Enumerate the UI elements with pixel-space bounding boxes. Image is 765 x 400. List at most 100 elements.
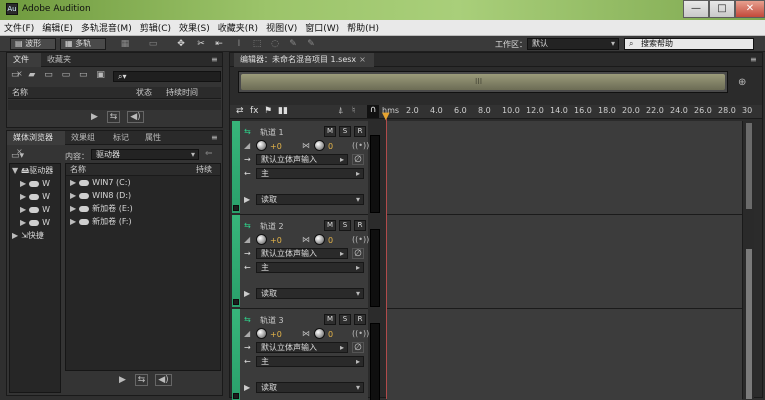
track-header[interactable]: ⇆ 轨道 2 M S R ◢ +0 ⋈ 0 ((•)) → 默认立体声输入 ▸ … (240, 215, 369, 309)
eq-icon[interactable]: ▮▮ (278, 106, 288, 116)
tab-media-browser[interactable]: 媒体浏览器× (7, 131, 65, 156)
track-lane[interactable] (387, 121, 742, 215)
headphones-icon[interactable]: ∩ (367, 105, 379, 118)
phase-icon[interactable]: ∅ (352, 248, 364, 259)
track-select-box[interactable] (233, 205, 239, 211)
tree-item[interactable]: ▶ ⇲快捷 (10, 229, 60, 242)
solo-button[interactable]: S (339, 126, 351, 137)
list-item[interactable]: ▶ 新加卷 (E:) (66, 202, 220, 215)
close-icon[interactable]: × (359, 55, 366, 64)
vertical-scrollbar[interactable] (742, 121, 754, 399)
brush-icon[interactable]: ✎ (286, 38, 300, 50)
time-ruler[interactable]: hms 2.0 4.0 6.0 8.0 10.0 12.0 14.0 16.0 18.0 20.0 2… (382, 106, 762, 118)
menu-favorites[interactable]: 收藏夹(R) (214, 21, 262, 34)
expand-automation-icon[interactable]: ▶ (244, 383, 250, 392)
navigate-back-icon[interactable]: ⇐ (205, 149, 213, 159)
new-file-icon[interactable]: ▭ (11, 70, 20, 80)
track-select-box[interactable] (233, 393, 239, 399)
open-folder-icon[interactable]: ▰ (28, 70, 35, 80)
menu-window[interactable]: 窗口(W) (301, 21, 343, 34)
record-arm-button[interactable]: R (354, 220, 366, 231)
expand-icon[interactable]: ▶ (20, 205, 26, 214)
razor-tool-icon[interactable]: ✂ (194, 38, 208, 50)
close-button[interactable]: ✕ (735, 0, 765, 18)
list-item[interactable]: ▶ 新加卷 (F:) (66, 215, 220, 228)
expand-icon[interactable]: ▶ (20, 218, 26, 227)
play-icon[interactable]: ▶ (119, 375, 126, 385)
menu-help[interactable]: 帮助(H) (343, 21, 383, 34)
tree-item[interactable]: ▶ W (10, 177, 60, 190)
tab-favorites[interactable]: 收藏夹 (41, 53, 81, 67)
pan-value[interactable]: 0 (328, 330, 333, 339)
track-color-bar[interactable] (232, 121, 240, 213)
scroll-thumb[interactable] (746, 123, 752, 209)
pan-knob[interactable] (314, 234, 325, 245)
column-duration[interactable]: 持续 (196, 164, 212, 176)
track-name[interactable]: 轨道 1 (260, 127, 284, 138)
display-options-icon[interactable]: ▭▾ (11, 151, 24, 161)
pan-knob[interactable] (314, 140, 325, 151)
search-help-field[interactable]: ⌕ 搜索帮助 (624, 38, 754, 50)
menu-edit[interactable]: 编辑(E) (38, 21, 77, 34)
close-file-icon[interactable]: ▭ (79, 70, 88, 80)
files-filter-input[interactable]: ⌕▾ (113, 71, 221, 82)
waveform-view-button[interactable]: ▤ 波形 (10, 38, 56, 50)
tree-item[interactable]: ▼ 🖴驱动器 (10, 164, 60, 177)
panel-menu-icon[interactable]: ≡ (205, 131, 221, 145)
column-status[interactable]: 状态 (136, 87, 152, 99)
lasso-icon[interactable]: ◌ (268, 38, 282, 50)
volume-knob[interactable] (256, 234, 267, 245)
automation-select[interactable]: 读取 ▾ (256, 382, 364, 393)
menu-multitrack[interactable]: 多轨混音(M) (77, 21, 136, 34)
expand-icon[interactable]: ▶ (12, 231, 18, 240)
metronome-icon[interactable]: ⍋ (338, 106, 343, 116)
loop-icon[interactable]: ⇆ (106, 111, 121, 123)
expand-icon[interactable]: ▶ (70, 191, 76, 200)
list-item[interactable]: ▶ WIN7 (C:) (66, 176, 220, 189)
list-item[interactable]: ▶ WIN8 (D:) (66, 189, 220, 202)
solo-button[interactable]: S (339, 220, 351, 231)
volume-value[interactable]: +0 (270, 142, 282, 151)
panel-menu-icon[interactable]: ≡ (205, 53, 221, 67)
record-arm-button[interactable]: R (354, 314, 366, 325)
output-select[interactable]: 主 ▸ (256, 356, 364, 367)
tempo-icon[interactable]: ♮ (352, 106, 355, 116)
menu-effects[interactable]: 效果(S) (175, 21, 214, 34)
import-icon[interactable]: ▭ (44, 70, 53, 80)
column-duration[interactable]: 持续时间 (166, 87, 198, 99)
expand-icon[interactable]: ▼ (12, 166, 18, 175)
column-name[interactable]: 名称 (12, 87, 28, 99)
pan-knob[interactable] (314, 328, 325, 339)
automation-select[interactable]: 读取 ▾ (256, 288, 364, 299)
insert-icon[interactable]: ▭ (62, 70, 71, 80)
record-arm-button[interactable]: R (354, 126, 366, 137)
time-select-icon[interactable]: I (232, 38, 246, 50)
volume-value[interactable]: +0 (270, 330, 282, 339)
volume-icon[interactable]: ◀) (127, 111, 144, 123)
expand-icon[interactable]: ▶ (20, 192, 26, 201)
column-name[interactable]: 名称 (70, 164, 86, 176)
pan-value[interactable]: 0 (328, 236, 333, 245)
tab-markers[interactable]: 标记 (107, 131, 139, 145)
tab-effects-rack[interactable]: 效果组 (65, 131, 107, 145)
phase-icon[interactable]: ∅ (352, 154, 364, 165)
tab-editor[interactable]: 编辑器：未命名混音项目 1.sesx × (234, 53, 374, 67)
loop-icon[interactable]: ⇆ (134, 374, 149, 386)
toggle-icon[interactable]: ⇄ (236, 106, 244, 116)
track-lane[interactable] (387, 215, 742, 309)
stereo-icon[interactable]: ((•)) (352, 235, 369, 244)
content-select[interactable]: 驱动器 ▾ (91, 149, 199, 160)
track-color-bar[interactable] (232, 309, 240, 400)
track-select-box[interactable] (233, 299, 239, 305)
zoom-icon[interactable]: ⊕ (738, 77, 746, 88)
mute-button[interactable]: M (324, 220, 336, 231)
expand-icon[interactable]: ▶ (70, 204, 76, 213)
solo-button[interactable]: S (339, 314, 351, 325)
tree-item[interactable]: ▶ W (10, 203, 60, 216)
track-color-bar[interactable] (232, 215, 240, 307)
expand-automation-icon[interactable]: ▶ (244, 195, 250, 204)
sends-icon[interactable]: ⚑ (264, 106, 272, 116)
pan-value[interactable]: 0 (328, 142, 333, 151)
workspace-select[interactable]: 默认 ▾ (527, 38, 619, 50)
output-select[interactable]: 主 ▸ (256, 262, 364, 273)
